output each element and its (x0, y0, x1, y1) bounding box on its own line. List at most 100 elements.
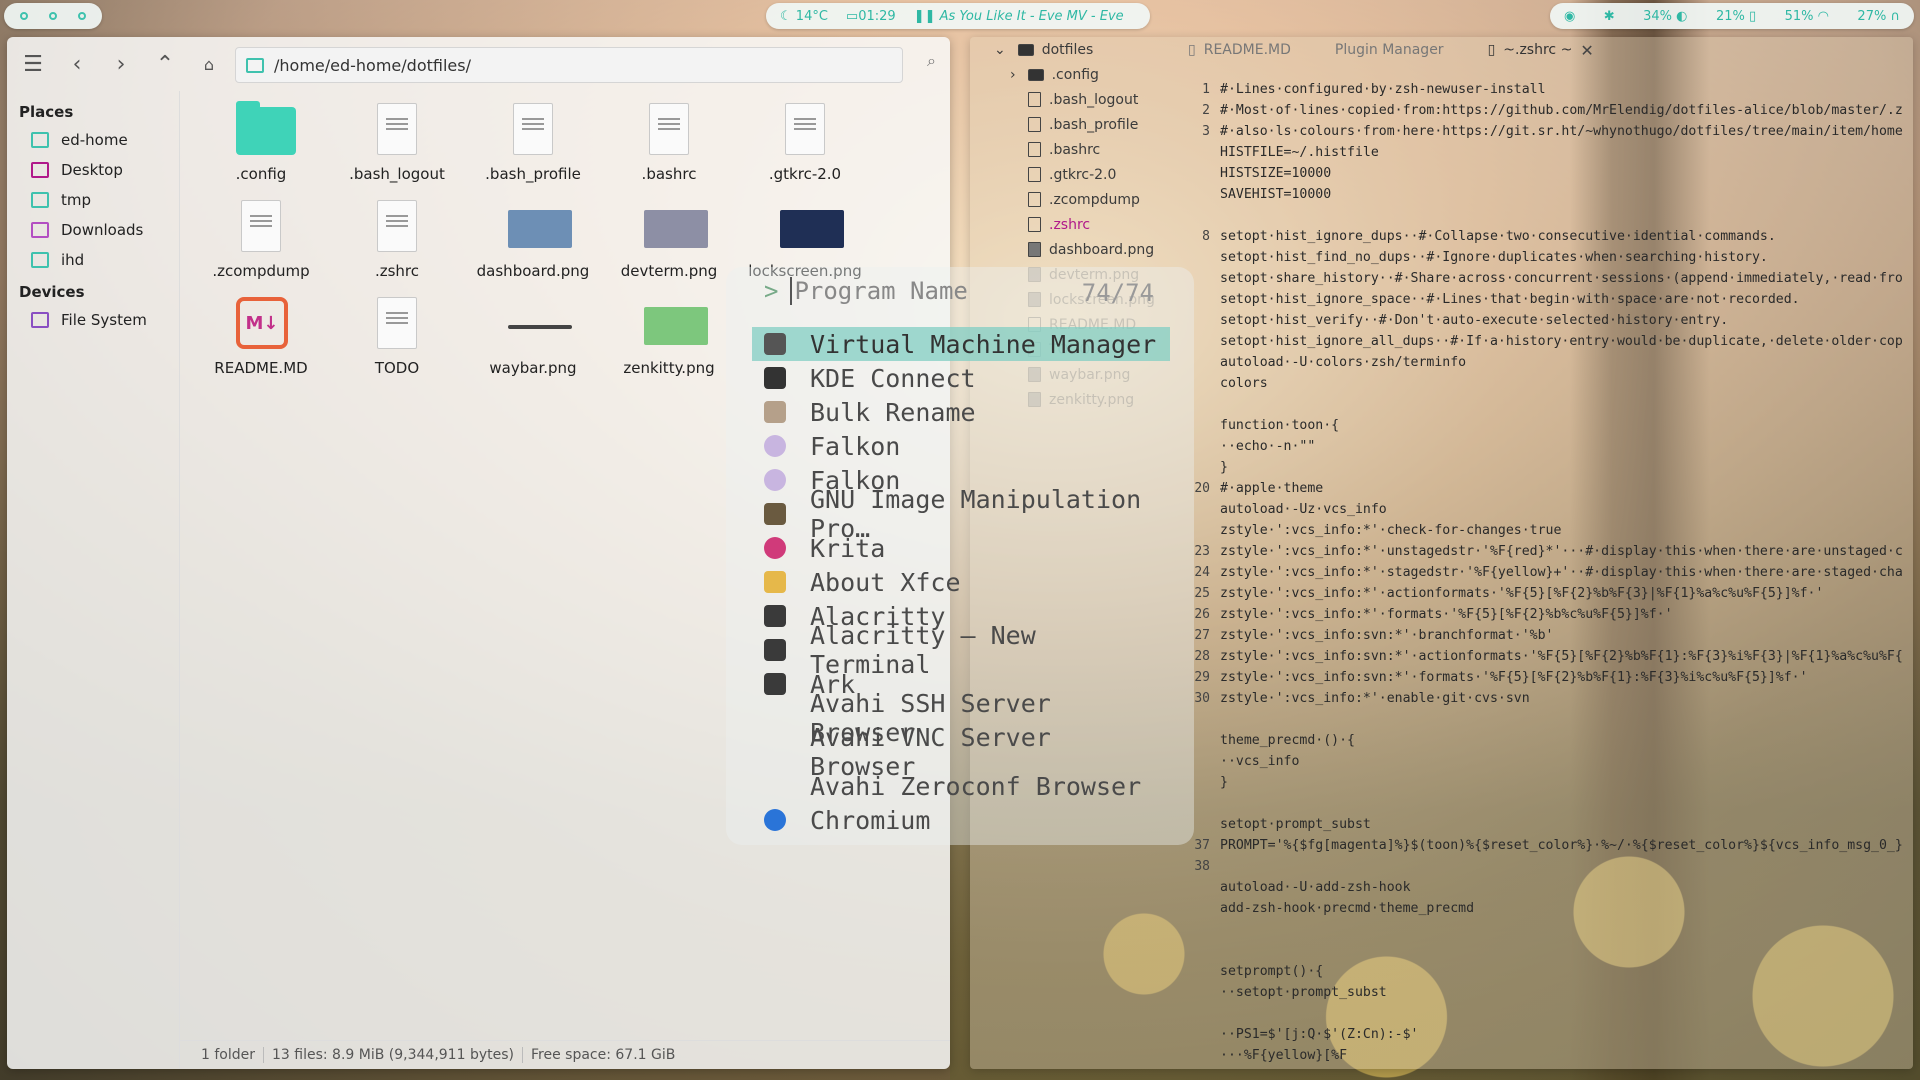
code-line: ··echo·-n·"" (1220, 439, 1316, 454)
code-line: zstyle·':vcs_info:*'·stagedstr·'%F{yello… (1220, 565, 1903, 580)
tree-item[interactable]: .gtkrc-2.0 (970, 162, 1166, 187)
workspace-3-button[interactable] (77, 12, 86, 20)
line-number (1166, 247, 1210, 268)
file-item[interactable]: .bash_profile (465, 101, 601, 198)
document-graphic (377, 297, 417, 349)
home-icon[interactable]: ⌂ (191, 46, 227, 82)
file-item[interactable]: .bashrc (601, 101, 737, 198)
launcher-entry-label: KDE Connect (810, 363, 976, 393)
sidebar-item-ed-home[interactable]: ed-home (7, 125, 179, 155)
sidebar-item-file-system[interactable]: File System (7, 305, 179, 335)
tree-item[interactable]: .zshrc (970, 212, 1166, 237)
file-item[interactable]: .bash_logout (329, 101, 465, 198)
file-name: dashboard.png (476, 262, 590, 280)
location-path: /home/ed-home/dotfiles/ (274, 55, 471, 75)
launcher-entry[interactable]: Virtual Machine Manager (752, 327, 1170, 361)
file-item[interactable]: devterm.png (601, 198, 737, 295)
up-icon[interactable]: ⌃ (147, 46, 183, 82)
code-area[interactable]: #·Lines·configured·by·zsh-newuser-instal… (1220, 79, 1903, 1066)
document-graphic (513, 103, 553, 155)
audio-widget[interactable]: 27% ∩ (1857, 9, 1900, 24)
text-file-icon (372, 297, 422, 353)
tree-item[interactable]: .bash_profile (970, 112, 1166, 137)
tree-item-label: .zshrc (1049, 216, 1091, 233)
wifi-icon: ◠ (1817, 8, 1829, 24)
bluetooth-icon[interactable]: ✱ (1604, 9, 1615, 24)
drive-icon (31, 312, 49, 328)
text-file-icon (372, 103, 422, 159)
back-icon[interactable]: ‹ (59, 46, 95, 82)
clock-widget[interactable]: ▭01:29 (846, 9, 896, 24)
close-icon[interactable]: ✕ (1580, 41, 1593, 60)
media-widget[interactable]: ❚❚ As You Like It - Eve MV - Eve (914, 9, 1124, 24)
sidebar-item-desktop[interactable]: Desktop (7, 155, 179, 185)
code-line: zstyle·':vcs_info:svn:*'·actionformats·'… (1220, 649, 1903, 664)
workspace-1-button[interactable] (20, 12, 29, 20)
sidebar-item-downloads[interactable]: Downloads (7, 215, 179, 245)
launcher-entry[interactable]: About Xfce (752, 565, 1170, 599)
code-line: setopt·prompt_subst (1220, 817, 1371, 832)
pause-icon: ❚❚ (913, 8, 940, 24)
tree-item[interactable]: .zcompdump (970, 187, 1166, 212)
tree-item[interactable]: › .config (970, 62, 1166, 87)
place-icon (31, 162, 49, 178)
launcher-entry[interactable]: GNU Image Manipulation Pro… (752, 485, 1170, 543)
wifi-widget[interactable]: 51% ◠ (1785, 9, 1829, 24)
tree-root[interactable]: ⌄ dotfiles (970, 37, 1166, 62)
editor-tab[interactable]: ▯ README.MD (1166, 42, 1313, 58)
file-item[interactable]: TODO (329, 295, 465, 392)
editor-tab[interactable]: ▯ ~.zshrc ~ ✕ (1466, 41, 1616, 60)
volume-icon[interactable]: ◉ (1564, 9, 1575, 24)
file-item[interactable]: .gtkrc-2.0 (737, 101, 873, 198)
weather-widget[interactable]: ☾ 14°C (780, 9, 828, 24)
launcher-entry[interactable]: Bulk Rename (752, 395, 1170, 429)
file-item[interactable]: dashboard.png (465, 198, 601, 295)
launcher-search-input[interactable]: Program Name (790, 277, 968, 305)
code-line: PROMPT='%{$fg[magenta]%}$(toon)%{$reset_… (1220, 838, 1903, 853)
location-bar[interactable]: /home/ed-home/dotfiles/ (235, 47, 903, 83)
file-item[interactable]: M↓ README.MD (193, 295, 329, 392)
file-item[interactable]: zenkitty.png (601, 295, 737, 392)
tree-item-label: .zcompdump (1049, 191, 1140, 208)
launcher-entry-label: Chromium (810, 805, 931, 835)
tree-item-label: .bashrc (1049, 141, 1101, 158)
vm-icon (764, 333, 786, 355)
tree-item[interactable]: .bashrc (970, 137, 1166, 162)
file-item[interactable]: .config (193, 101, 329, 198)
menu-icon[interactable]: ☰ (15, 46, 51, 82)
tree-item[interactable]: .bash_logout (970, 87, 1166, 112)
code-line: zstyle·':vcs_info:svn:*'·branchformat·'%… (1220, 628, 1554, 643)
result-counter: 74/74 (1081, 279, 1154, 307)
forward-icon[interactable]: › (103, 46, 139, 82)
launcher-entry[interactable]: Alacritty — New Terminal (752, 621, 1170, 679)
sidebar-item-label: tmp (61, 191, 92, 209)
editor-tab[interactable]: Plugin Manager (1313, 42, 1466, 58)
launcher-prompt[interactable]: > Program Name (764, 277, 968, 305)
code-line: SAVEHIST=10000 (1220, 187, 1332, 202)
search-icon[interactable]: ⌕ (927, 51, 936, 71)
alacritty-icon (764, 605, 786, 627)
workspace-2-button[interactable] (48, 12, 57, 20)
code-line: ··vcs_info (1220, 754, 1300, 769)
file-item[interactable]: .zcompdump (193, 198, 329, 295)
document-graphic (377, 200, 417, 252)
file-item[interactable]: .zshrc (329, 198, 465, 295)
line-number (1166, 184, 1210, 205)
launcher-entry[interactable]: Falkon (752, 429, 1170, 463)
sidebar-item-label: ed-home (61, 131, 128, 149)
launcher-entry[interactable]: Chromium (752, 803, 1170, 837)
memory-widget[interactable]: 21% ▯ (1716, 9, 1756, 24)
prompt-caret: > (764, 277, 779, 305)
place-icon (31, 192, 49, 208)
launcher-entry[interactable]: Avahi Zeroconf Browser (752, 769, 1170, 803)
file-item[interactable]: waybar.png (465, 295, 601, 392)
none (764, 775, 786, 797)
sidebar-item-tmp[interactable]: tmp (7, 185, 179, 215)
launcher-entry[interactable]: Avahi VNC Server Browser (752, 723, 1170, 781)
sidebar-item-ihd[interactable]: ihd (7, 245, 179, 275)
launcher-entry[interactable]: KDE Connect (752, 361, 1170, 395)
cpu-widget[interactable]: 34% ◐ (1643, 9, 1687, 24)
tree-item[interactable]: dashboard.png (970, 237, 1166, 262)
